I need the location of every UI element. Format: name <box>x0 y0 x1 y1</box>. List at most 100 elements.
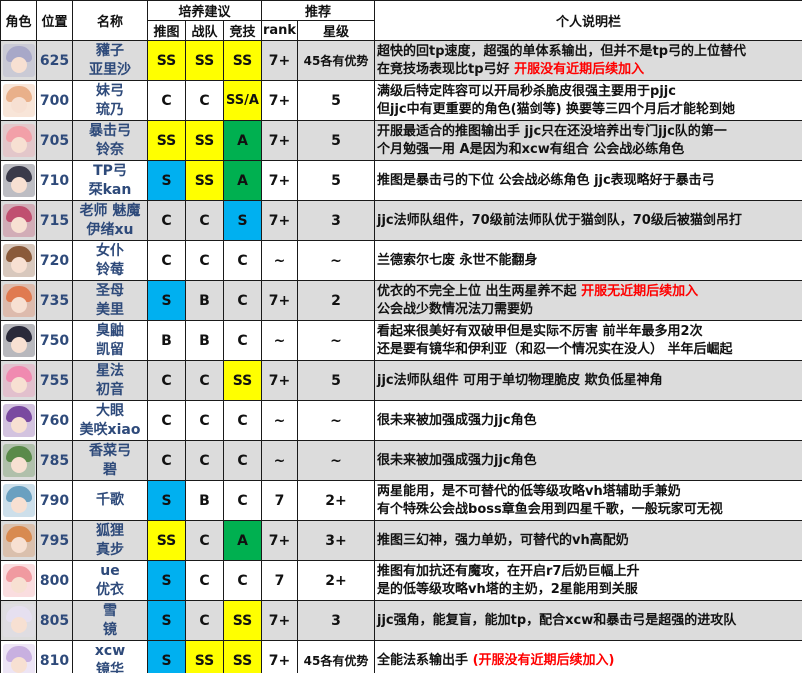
table-row[interactable]: 735 圣母 美里 S B C 7+ 2 优衣的不完全上位 出生两星养不起 开服无近期后续加入公… <box>0 280 802 321</box>
note-line-1: jjc法师队组件，70级前法师队优于猫剑队，70级后被猫剑吊打 <box>377 212 802 230</box>
table-row[interactable]: 810 xcw 镜华 S SS SS 7+ 45各有优势 全能法系输出手 (开服没有近期后续加入… <box>0 640 802 673</box>
position-cell: 715 <box>36 200 73 241</box>
note-cell: 很未来被加强成强力jjc角色 <box>374 440 802 481</box>
note-text-2: 有个特殊公会战boss章鱼会用到四星千歌，一般玩家可无视 <box>377 501 723 517</box>
yui-avatar-icon <box>2 564 35 597</box>
table-row[interactable]: 785 香菜弓碧 C C C ~ ~ 很未来被加强成强力jjc角色 <box>0 440 802 481</box>
header-training-group: 培养建议 <box>147 0 262 21</box>
push-grade: SS <box>147 40 186 81</box>
star-cell: ~ <box>296 400 376 441</box>
name-line-1: 狐狸 <box>96 522 124 539</box>
avatar-cell <box>0 640 37 673</box>
note-line-1: jjc强角，能复盲，能加tp，配合xcw和暴击弓是超强的进攻队 <box>377 612 802 630</box>
star-cell: 5 <box>296 360 376 401</box>
rank-cell: 7+ <box>261 40 298 81</box>
name-line-1: 大眼 <box>96 402 124 419</box>
note-text-2: 还是要有镜华和伊利亚（和忍一个情况实在没人） 半年后崛起 <box>377 341 733 357</box>
rank-cell: ~ <box>261 400 298 441</box>
rank-cell: 7+ <box>261 520 298 561</box>
table-row[interactable]: 795 狐狸 真步 SS C A 7+ 3+ 推图三幻神，强力单奶，可替代的vh高配奶 <box>0 520 802 561</box>
note-cell: 超快的回tp速度，超强的单体系输出，但并不是tp弓的上位替代 在竞技场表现比tp弓… <box>374 40 802 81</box>
rank-cell: 7+ <box>261 160 298 201</box>
note-highlight-2: 开服没有近期后续加入 <box>514 61 645 77</box>
team-grade: C <box>185 440 224 481</box>
name-line-1: ue <box>100 562 120 579</box>
note-text-2: 公会战少数情况法刀需要奶 <box>377 301 534 317</box>
table-row[interactable]: 720 女仆 铃莓 C C C ~ ~ 兰德索尔七废 永世不能翻身 <box>0 240 802 281</box>
note-line-1: 优衣的不完全上位 出生两星养不起 开服无近期后续加入 <box>377 283 802 301</box>
name-cell: 老师 魅魔 伊绪xu <box>72 200 148 241</box>
name-cell: 圣母 美里 <box>72 280 148 321</box>
table-row[interactable]: 755 星法 初音 C C SS 7+ 5 jjc法师队组件 可用于单切物理脆皮 欺负低星神角 <box>0 360 802 401</box>
note-text-1: 满级后特定阵容可以开局秒杀脆皮很强主要用于pjjc <box>377 83 676 99</box>
team-grade: C <box>185 400 224 441</box>
arena-grade: A <box>223 120 262 161</box>
star-cell: 5 <box>296 160 376 201</box>
note-line-1: 超快的回tp速度，超强的单体系输出，但并不是tp弓的上位替代 <box>377 43 802 61</box>
name-cell: 千歌 <box>72 480 148 521</box>
team-grade: SS <box>185 640 224 673</box>
note-cell: jjc强角，能复盲，能加tp，配合xcw和暴击弓是超强的进攻队 <box>374 600 802 641</box>
avatar-cell <box>0 320 37 361</box>
table-row[interactable]: 790 千歌 S B C 7 2+ 两星能用，是不可替代的低等级攻略vh塔辅助手兼奶 有个特殊公… <box>0 480 802 521</box>
table-row[interactable]: 760 大眼 美咲xiao C C C ~ ~ 很未来被加强成强力jjc角色 <box>0 400 802 441</box>
note-cell: 看起来很美好有双破甲但是实际不厉害 前半年最多用2次还是要有镜华和伊利亚（和忍一… <box>374 320 802 361</box>
table-row[interactable]: 805 雪镜 S C SS 7+ 3 jjc强角，能复盲，能加tp，配合xcw和暴击弓是超强的… <box>0 600 802 641</box>
note-line-1: 看起来很美好有双破甲但是实际不厉害 前半年最多用2次 <box>377 323 802 341</box>
name-cell: 狐狸 真步 <box>72 520 148 561</box>
arena-grade: A <box>223 160 262 201</box>
kyouka-avatar-icon <box>2 644 35 673</box>
push-grade: S <box>147 280 186 321</box>
note-cell: 两星能用，是不可替代的低等级攻略vh塔辅助手兼奶 有个特殊公会战boss章鱼会用到… <box>374 480 802 521</box>
position-cell: 795 <box>36 520 73 561</box>
name-cell: ue 优衣 <box>72 560 148 601</box>
avatar-face <box>10 137 27 153</box>
avatar-cell <box>0 520 37 561</box>
note-text-1: 全能法系输出手 <box>377 652 469 668</box>
avatar-face <box>10 497 27 513</box>
note-line-1: jjc法师队组件 可用于单切物理脆皮 欺负低星神角 <box>377 372 802 390</box>
note-text-1: 看起来很美好有双破甲但是实际不厉害 前半年最多用2次 <box>377 323 703 339</box>
note-text-1: jjc强角，能复盲，能加tp，配合xcw和暴击弓是超强的进攻队 <box>377 612 737 628</box>
table-row[interactable]: 800 ue 优衣 S C C 7 2+ 推图有加抗还有魔攻，在开启r7后奶巨幅上升 是的低等级攻… <box>0 560 802 601</box>
rino-avatar-icon <box>2 84 35 117</box>
push-grade: C <box>147 360 186 401</box>
misaki-avatar-icon <box>2 404 35 437</box>
name-line-2: 美里 <box>96 301 124 318</box>
push-grade: S <box>147 600 186 641</box>
table-row[interactable]: 700 妹弓 琉乃 C C SS/A 7+ 5 满级后特定阵容可以开局秒杀脆皮很强主要用于pjj… <box>0 80 802 121</box>
position-cell: 805 <box>36 600 73 641</box>
name-cell: 臭鼬 凯留 <box>72 320 148 361</box>
team-grade: C <box>185 240 224 281</box>
table-row[interactable]: 715 老师 魅魔 伊绪xu C C S 7+ 3 jjc法师队组件，70级前法师队优于猫剑队，… <box>0 200 802 241</box>
push-grade: C <box>147 240 186 281</box>
note-line-1: 推图是暴击弓的下位 公会战必练角色 jjc表现略好于暴击弓 <box>377 172 802 190</box>
header-team: 战队 <box>185 20 224 41</box>
arena-grade: SS/A <box>223 80 262 121</box>
header-star: 星级 <box>296 20 376 41</box>
push-grade: SS <box>147 520 186 561</box>
push-grade: C <box>147 80 186 121</box>
header-position: 位置 <box>36 0 73 41</box>
rank-cell: 7+ <box>261 120 298 161</box>
table-row[interactable]: 625 䝔子 亚里沙 SS SS SS 7+ 45各有优势 超快的回tp速度，超强的单体系输出，… <box>0 40 802 81</box>
push-grade: S <box>147 480 186 521</box>
arena-grade: SS <box>223 360 262 401</box>
note-text-1: 开服最适合的推图输出手 jjc只在还没培养出专门jjc队的第一 <box>377 123 727 139</box>
aris-avatar-icon <box>2 44 35 77</box>
suzuna-avatar-icon <box>2 124 35 157</box>
table-row[interactable]: 705 暴击弓 铃奈 SS SS A 7+ 5 开服最适合的推图输出手 jjc只在还没培养出专门… <box>0 120 802 161</box>
note-text-1: 超快的回tp速度，超强的单体系输出，但并不是tp弓的上位替代 <box>377 43 747 59</box>
note-cell: jjc法师队组件，70级前法师队优于猫剑队，70级后被猫剑吊打 <box>374 200 802 241</box>
note-line-1: 兰德索尔七废 永世不能翻身 <box>377 252 802 270</box>
note-text-1: 兰德索尔七废 永世不能翻身 <box>377 252 538 268</box>
note-text-2: 是的低等级攻略vh塔的主奶，2星能用到关服 <box>377 581 638 597</box>
character-table: 角色 位置 名称 培养建议 推荐 个人说明栏 推图 战队 竞技 rank 星级 … <box>0 0 802 673</box>
note-line-1: 推图有加抗还有魔攻，在开启r7后奶巨幅上升 <box>377 563 802 581</box>
avatar-cell <box>0 280 37 321</box>
header-rank: rank <box>261 20 298 41</box>
table-row[interactable]: 750 臭鼬 凯留 B B C ~ ~ 看起来很美好有双破甲但是实际不厉害 前半年最多用2次 还是… <box>0 320 802 361</box>
table-row[interactable]: 710 TP弓 栞kan S SS A 7+ 5 推图是暴击弓的下位 公会战必练角色 jjc表现… <box>0 160 802 201</box>
avatar-cell <box>0 200 37 241</box>
avatar-cell <box>0 360 37 401</box>
